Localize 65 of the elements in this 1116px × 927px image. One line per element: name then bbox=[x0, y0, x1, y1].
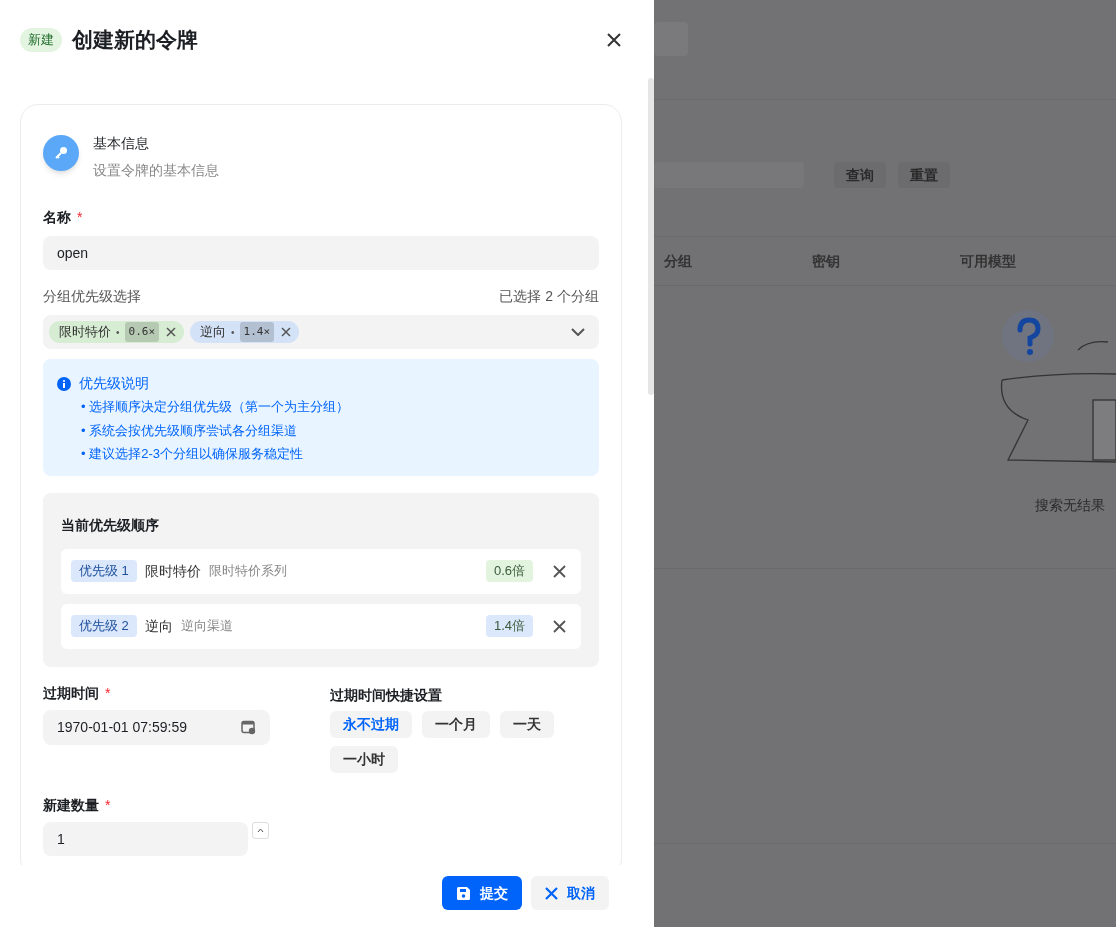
info-list-item: • 建议选择2-3个分组以确保服务稳定性 bbox=[81, 445, 304, 463]
cancel-button[interactable]: 取消 bbox=[531, 876, 609, 910]
dialog-title: 创建新的令牌 bbox=[72, 27, 198, 54]
quick-option-button[interactable]: 一天 bbox=[500, 710, 554, 738]
ratio-label: 1.4× bbox=[239, 322, 275, 342]
section-title: 基本信息 bbox=[93, 134, 150, 153]
selection-count: 已选择 2 个分组 bbox=[499, 287, 599, 306]
empty-state-text: 搜索无结果 bbox=[1035, 496, 1105, 515]
priority-badge: 优先级 1 bbox=[71, 560, 137, 582]
close-icon bbox=[552, 619, 566, 633]
group-name: 限时特价 bbox=[144, 561, 201, 581]
group-tag[interactable]: 限时特价 • 0.6× bbox=[49, 321, 184, 343]
quick-option-button[interactable]: 一小时 bbox=[330, 745, 398, 773]
field-label: 分组优先级选择 bbox=[43, 287, 141, 306]
date-time-input[interactable]: 1970-01-01 07:59:59 bbox=[43, 709, 270, 745]
calendar-icon bbox=[241, 719, 256, 735]
remove-tag-button[interactable] bbox=[279, 325, 294, 339]
group-description: 限时特价系列 bbox=[208, 562, 287, 581]
tag-separator: • bbox=[231, 325, 235, 340]
required-mark: * bbox=[105, 683, 111, 703]
panel-title: 当前优先级顺序 bbox=[61, 516, 159, 533]
info-title: 优先级说明 bbox=[79, 374, 149, 393]
ratio-badge: 1.4倍 bbox=[485, 615, 533, 637]
close-icon bbox=[607, 33, 621, 47]
quick-option-button[interactable]: 永不过期 bbox=[330, 710, 412, 738]
search-input[interactable] bbox=[654, 162, 804, 188]
info-icon bbox=[57, 376, 71, 391]
column-header: 分组 bbox=[663, 251, 693, 271]
required-mark: * bbox=[105, 795, 111, 815]
required-mark: * bbox=[77, 208, 83, 227]
name-input[interactable]: open bbox=[43, 236, 599, 270]
chevron-up-icon bbox=[257, 827, 264, 833]
save-icon bbox=[456, 885, 471, 901]
field-label: 新建数量 bbox=[43, 795, 99, 815]
info-list-item: • 选择顺序决定分组优先级（第一个为主分组） bbox=[81, 398, 351, 416]
submit-button[interactable]: 提交 bbox=[442, 876, 522, 910]
group-tag[interactable]: 逆向 • 1.4× bbox=[190, 321, 300, 343]
ratio-badge: 0.6倍 bbox=[485, 560, 533, 582]
quantity-input[interactable]: 1 bbox=[43, 821, 248, 856]
key-icon bbox=[43, 135, 79, 171]
field-label: 过期时间 bbox=[43, 683, 99, 703]
tag-separator: • bbox=[116, 325, 120, 340]
priority-badge: 优先级 2 bbox=[71, 615, 137, 637]
ratio-label: 0.6× bbox=[124, 322, 159, 342]
section-subtitle: 设置令牌的基本信息 bbox=[93, 161, 219, 180]
field-label: 名称 bbox=[43, 208, 71, 227]
close-icon bbox=[281, 327, 292, 337]
scrollbar-thumb[interactable] bbox=[648, 78, 654, 395]
column-header: 可用模型 bbox=[959, 251, 1017, 271]
new-badge: 新建 bbox=[20, 28, 62, 52]
group-select[interactable]: 限时特价 • 0.6× 逆向 • 1.4× bbox=[43, 315, 599, 349]
column-header: 密钥 bbox=[811, 251, 841, 271]
tag-label: 限时特价 bbox=[59, 323, 111, 342]
field-label: 过期时间快捷设置 bbox=[330, 686, 442, 703]
tag-label: 逆向 bbox=[200, 323, 226, 342]
remove-tag-button[interactable] bbox=[164, 325, 178, 339]
quick-option-button[interactable]: 一个月 bbox=[422, 710, 490, 738]
group-description: 逆向渠道 bbox=[180, 617, 233, 636]
info-list-item: • 系统会按优先级顺序尝试各分组渠道 bbox=[81, 421, 299, 440]
close-icon bbox=[166, 327, 176, 337]
chevron-down-icon bbox=[571, 328, 585, 336]
date-time-value: 1970-01-01 07:59:59 bbox=[57, 717, 187, 737]
group-name: 逆向 bbox=[144, 616, 173, 636]
close-icon bbox=[545, 886, 558, 900]
close-icon bbox=[552, 564, 566, 578]
